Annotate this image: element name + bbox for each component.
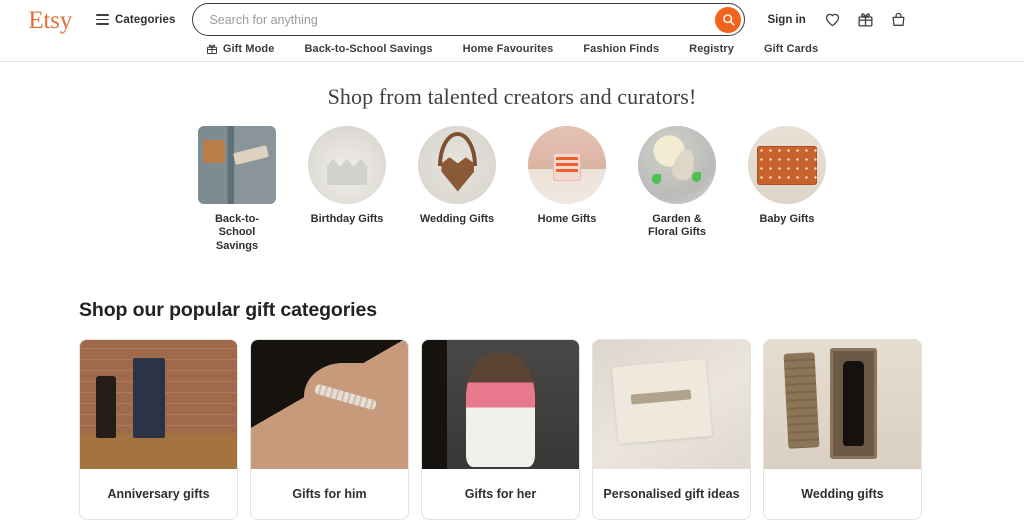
circle-category-artwork — [198, 126, 276, 204]
circle-category-image — [198, 126, 276, 204]
nav-item-label: Home Favourites — [462, 43, 554, 55]
circle-category-baby-gifts[interactable]: Baby Gifts — [747, 126, 827, 226]
circle-category-artwork — [528, 126, 606, 204]
primary-nav: Gift Mode Back-to-School Savings Home Favo… — [0, 38, 1024, 60]
circle-category-home-gifts[interactable]: Home Gifts — [527, 126, 607, 226]
sign-in-link[interactable]: Sign in — [767, 14, 805, 26]
hamburger-icon — [96, 14, 109, 25]
circle-category-image — [748, 126, 826, 204]
circle-category-label: Home Gifts — [537, 213, 597, 225]
circle-category-label: Baby Gifts — [759, 213, 815, 225]
gift-category-card-label: Gifts for her — [464, 487, 537, 502]
nav-item-label: Registry — [689, 43, 734, 55]
nav-item-label: Fashion Finds — [583, 43, 660, 55]
header-top-row: Etsy Categories Sign in — [0, 0, 1024, 39]
circle-category-image — [638, 126, 716, 204]
gift-category-card-image — [80, 340, 237, 470]
gift-category-card-image — [764, 340, 921, 470]
circle-category-garden-floral-gifts[interactable]: Garden & Floral Gifts — [637, 126, 717, 240]
site-header: Etsy Categories Sign in — [0, 0, 1024, 62]
etsy-logo[interactable]: Etsy — [0, 6, 72, 33]
circle-category-back-to-school-savings[interactable]: Back-to-School Savings — [197, 126, 277, 253]
gift-category-card-label: Gifts for him — [292, 487, 367, 502]
nav-item-home-favourites[interactable]: Home Favourites — [463, 43, 554, 55]
categories-button[interactable]: Categories — [96, 14, 175, 26]
gift-category-card-image — [422, 340, 579, 470]
nav-item-gift-cards[interactable]: Gift Cards — [764, 43, 818, 55]
circle-category-wedding-gifts[interactable]: Wedding Gifts — [417, 126, 497, 226]
gift-category-card-image — [251, 340, 408, 470]
gift-category-card[interactable]: Gifts for her — [421, 339, 580, 521]
circle-category-label: Birthday Gifts — [310, 213, 384, 225]
circle-category-artwork — [638, 126, 716, 204]
search-bar[interactable] — [192, 3, 746, 36]
circle-category-label: Back-to-School Savings — [214, 213, 259, 252]
search-submit-button[interactable] — [715, 6, 742, 33]
gift-category-card-label: Personalised gift ideas — [603, 487, 740, 502]
gift-icon[interactable] — [857, 11, 874, 28]
gift-category-card[interactable]: Gifts for him — [250, 339, 409, 521]
gift-category-card-image — [593, 340, 750, 470]
header-icon-group — [824, 11, 907, 28]
search-icon — [723, 14, 735, 26]
circle-category-label: Garden & Floral Gifts — [647, 213, 707, 239]
nav-item-label: Gift Cards — [764, 43, 819, 55]
section-title: Shop our popular gift categories — [79, 299, 377, 322]
circle-category-image — [308, 126, 386, 204]
gift-icon — [206, 44, 217, 54]
gift-category-card-list: Anniversary gifts Gifts for him Gifts for … — [79, 339, 945, 521]
nav-item-back-to-school-savings[interactable]: Back-to-School Savings — [304, 43, 432, 55]
popular-gift-categories-section: Shop our popular gift categories Anniver… — [0, 299, 1024, 521]
circle-category-list: Back-to-School Savings Birthday Gifts Wedd… — [0, 126, 1024, 253]
favorites-heart-icon[interactable] — [824, 11, 841, 28]
circle-category-label: Wedding Gifts — [419, 213, 495, 225]
search-input[interactable] — [193, 4, 674, 35]
nav-item-fashion-finds[interactable]: Fashion Finds — [583, 43, 659, 55]
categories-label: Categories — [115, 13, 176, 26]
nav-item-label: Back-to-School Savings — [304, 43, 433, 55]
gift-category-card[interactable]: Wedding gifts — [763, 339, 922, 521]
gift-category-card-label: Anniversary gifts — [107, 487, 210, 502]
wedding-plank-detail — [783, 352, 820, 450]
nav-item-registry[interactable]: Registry — [689, 43, 734, 55]
gift-category-card[interactable]: Personalised gift ideas — [592, 339, 751, 521]
etsy-homepage: Etsy Categories Sign in — [0, 0, 1024, 521]
circle-category-artwork — [418, 126, 496, 204]
circle-category-image — [418, 126, 496, 204]
gift-category-card[interactable]: Anniversary gifts — [79, 339, 238, 521]
gift-category-card-label: Wedding gifts — [801, 487, 884, 502]
page-title: Shop from talented creators and curators… — [327, 84, 697, 109]
nav-item-label: Gift Mode — [222, 43, 275, 55]
circle-category-image — [528, 126, 606, 204]
circle-category-birthday-gifts[interactable]: Birthday Gifts — [307, 126, 387, 226]
circle-category-artwork — [308, 126, 386, 204]
nav-item-gift-mode[interactable]: Gift Mode — [206, 43, 275, 55]
cart-bag-icon[interactable] — [890, 11, 907, 28]
circle-category-artwork — [748, 126, 826, 204]
